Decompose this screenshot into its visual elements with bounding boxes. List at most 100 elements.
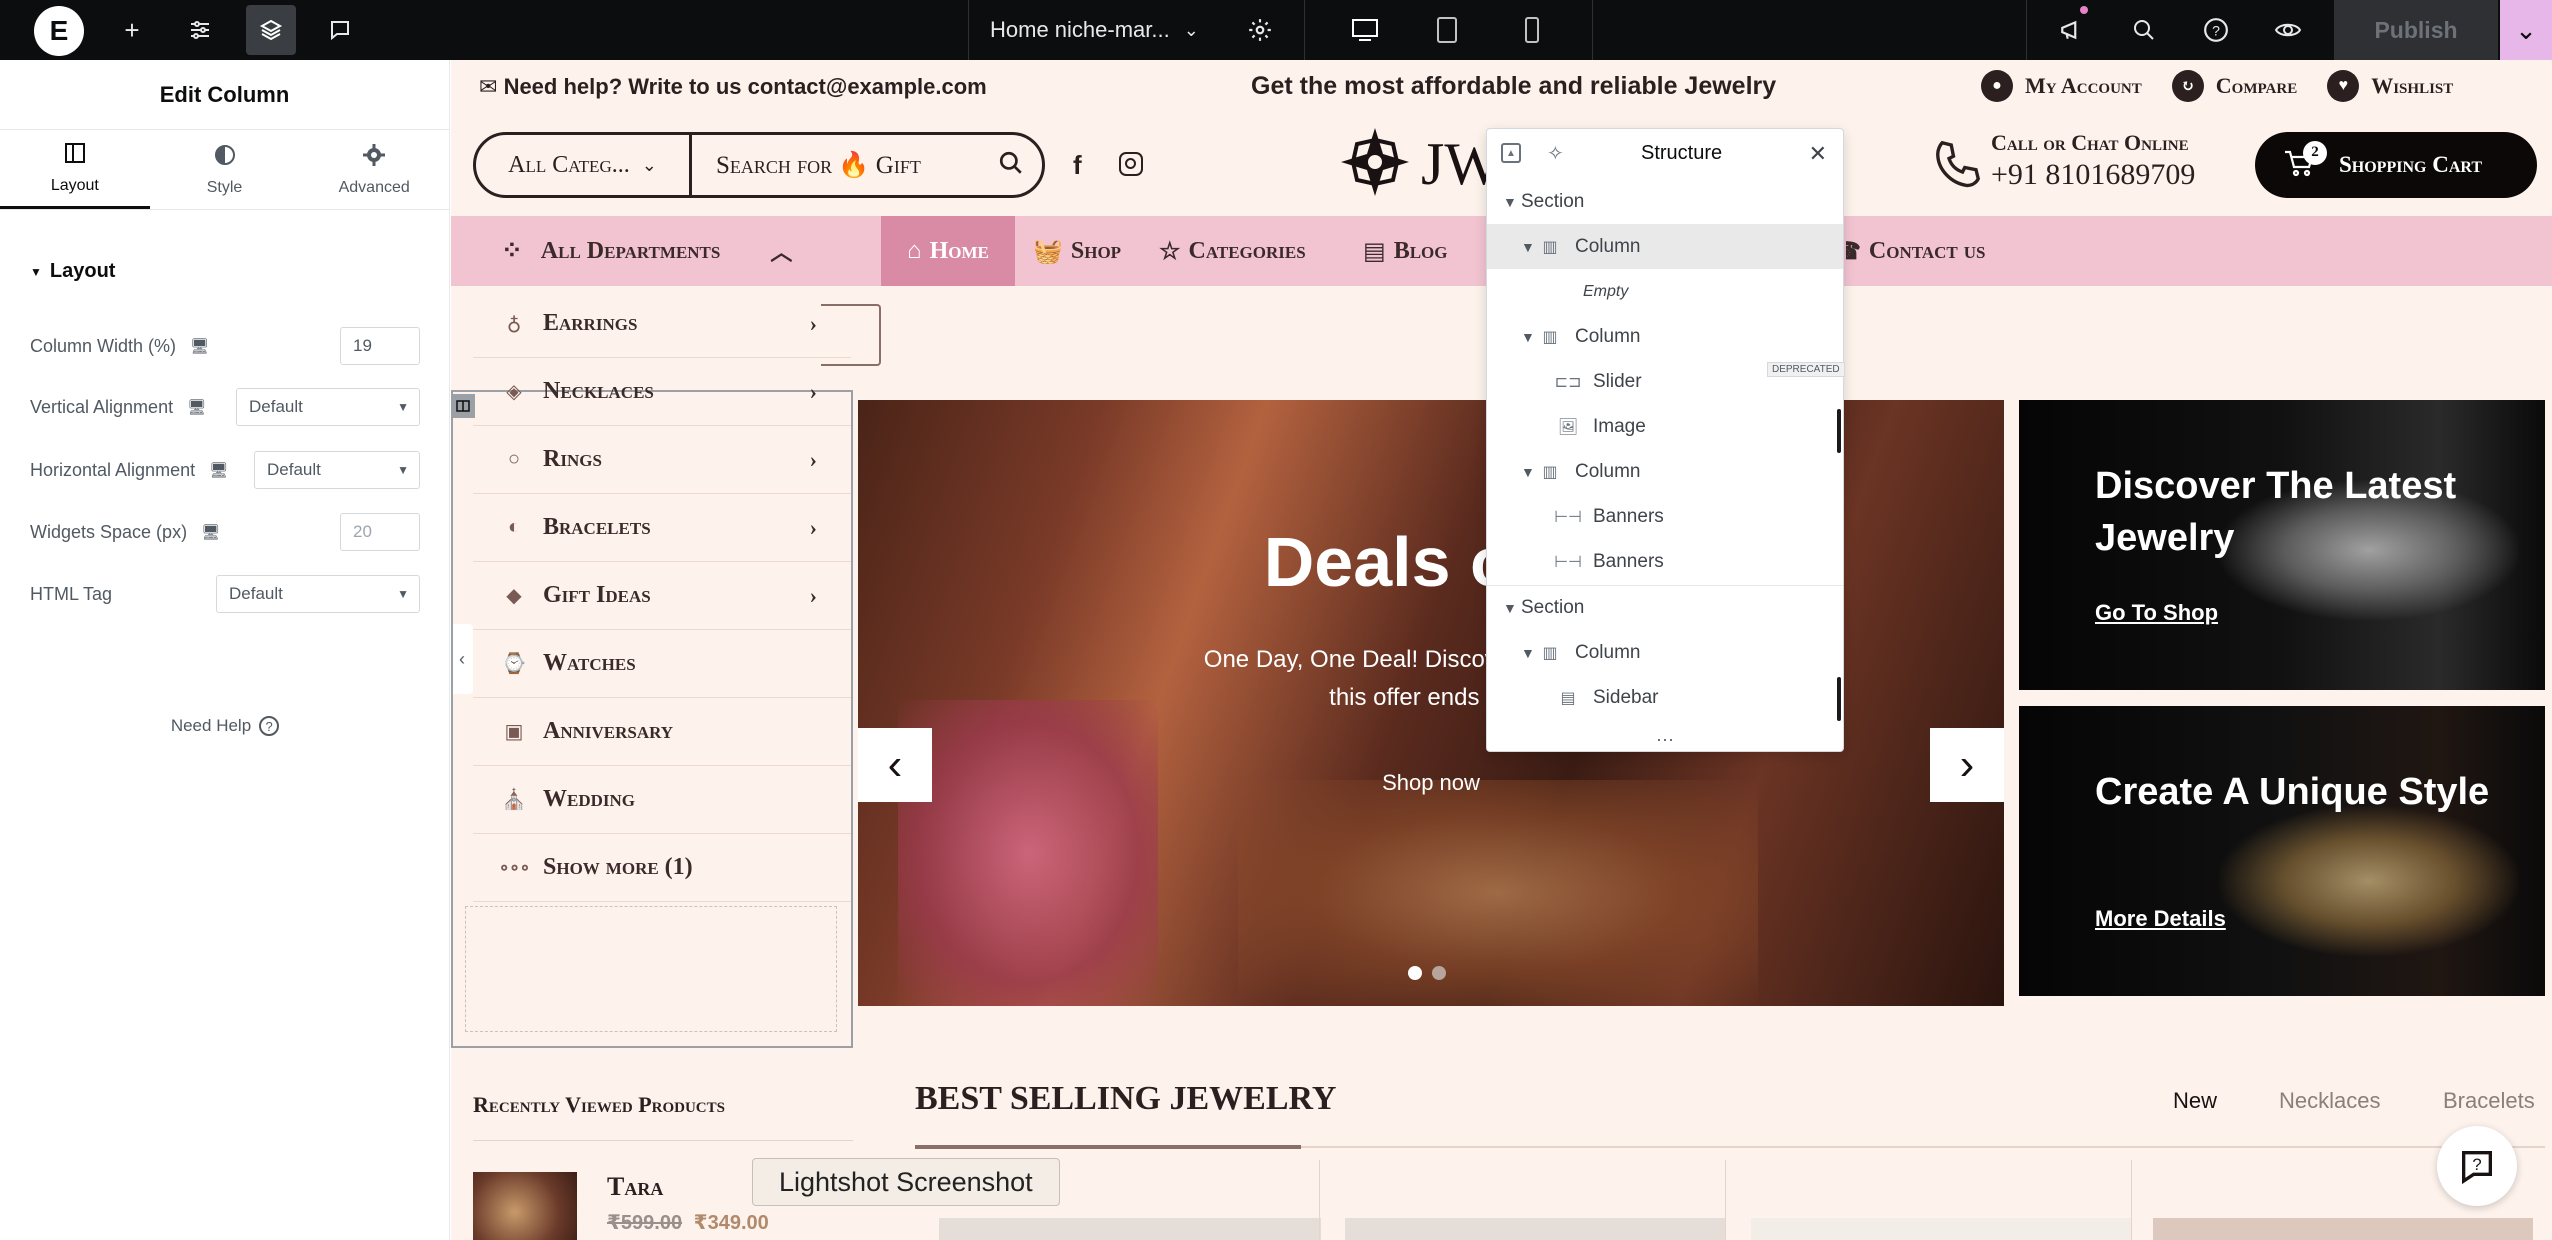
product-name[interactable]: Tara [607, 1172, 663, 1202]
preview-eye-icon[interactable] [2268, 0, 2308, 60]
empty-drop-area[interactable] [465, 906, 837, 1032]
nav-contact[interactable]: ☎ Contact us [1831, 216, 1986, 286]
widgets-space-input[interactable]: 20 [340, 513, 420, 551]
structure-item-image[interactable]: 🖼 Image [1487, 404, 1843, 449]
dept-anniversary[interactable]: ▣ Anniversary [473, 698, 851, 766]
instagram-icon[interactable] [1119, 152, 1143, 176]
column-handle-icon[interactable] [451, 394, 475, 418]
tablet-device-icon[interactable] [1427, 0, 1467, 60]
structure-item-banners[interactable]: ⊢⊣ Banners [1487, 539, 1843, 584]
help-icon[interactable]: ? [2196, 0, 2236, 60]
cart-icon: 2 [2283, 140, 2327, 182]
notifications-megaphone-icon[interactable] [2052, 0, 2092, 60]
product-card[interactable] [2153, 1218, 2533, 1240]
lightshot-tooltip: Lightshot Screenshot [752, 1158, 1060, 1206]
responsive-desktop-icon[interactable]: 🖥 [201, 523, 220, 541]
html-tag-select[interactable]: Default ▼ [216, 575, 420, 613]
current-price: ₹349.00 [693, 1212, 769, 1234]
elementor-logo-icon[interactable]: E [34, 6, 84, 56]
structure-item-slider[interactable]: ⊏⊐ Slider [1487, 359, 1843, 404]
dept-necklaces[interactable]: ◈ Necklaces › [473, 358, 851, 426]
star-icon: ☆ [1159, 238, 1181, 265]
resize-handle-dots-icon[interactable]: ··· [1487, 729, 1843, 750]
slider-next-arrow-icon[interactable]: › [1930, 728, 2004, 802]
page-settings-gear-icon[interactable] [1238, 0, 1282, 60]
floating-help-button[interactable]: ? [2437, 1126, 2517, 1206]
tab-style[interactable]: Style [150, 130, 300, 209]
structure-item-banners[interactable]: ⊢⊣ Banners [1487, 494, 1843, 539]
compare-link[interactable]: Compare [2216, 73, 2297, 99]
item-label: Column [1575, 235, 1641, 257]
filter-tab-new[interactable]: New [2173, 1088, 2217, 1114]
structure-item-column[interactable]: ▼ ▥ Column [1487, 630, 1843, 675]
pin-panel-icon[interactable]: ▲ [1501, 143, 1521, 163]
nav-shop[interactable]: 🧺 Shop [1033, 216, 1121, 286]
need-help-link[interactable]: Need Help ? [0, 716, 450, 736]
desktop-device-icon[interactable] [1345, 0, 1385, 60]
nav-home[interactable]: ⌂ Home [881, 216, 1015, 286]
responsive-desktop-icon[interactable]: 🖥 [190, 337, 209, 355]
responsive-desktop-icon[interactable]: 🖥 [187, 398, 206, 416]
search-icon[interactable] [998, 150, 1024, 181]
ai-sparkle-icon[interactable]: ✧ [1547, 141, 1564, 166]
structure-item-section[interactable]: ▼ Section [1487, 585, 1843, 630]
scrollbar-thumb[interactable] [1837, 677, 1841, 721]
publish-options-chevron-icon[interactable]: ⌄ [2500, 0, 2552, 60]
structure-layers-icon[interactable] [246, 5, 296, 55]
add-element-icon[interactable]: + [112, 0, 152, 60]
slider-prev-arrow-icon[interactable]: ‹ [858, 728, 932, 802]
banner-unique-style[interactable]: Create A Unique Style More Details [2019, 706, 2545, 996]
page-name-dropdown[interactable]: Home niche-mar... ⌄ [990, 0, 1210, 60]
filter-tab-bracelets[interactable]: Bracelets [2443, 1088, 2535, 1114]
mobile-device-icon[interactable] [1512, 0, 1552, 60]
responsive-desktop-icon[interactable]: 🖥 [209, 461, 228, 479]
nav-categories[interactable]: ☆ Categories [1159, 216, 1306, 286]
dept-earrings[interactable]: ♁ Earrings › [473, 290, 851, 358]
search-input[interactable]: Search for 🔥 Gift [692, 151, 998, 180]
structure-item-section[interactable]: ▼ Section [1487, 179, 1843, 224]
dept-gift-ideas[interactable]: ◆ Gift Ideas › [473, 562, 851, 630]
facebook-icon[interactable]: f [1073, 150, 1082, 181]
filter-tab-necklaces[interactable]: Necklaces [2279, 1088, 2380, 1114]
dept-wedding[interactable]: ⛪ Wedding [473, 766, 851, 834]
dept-watches[interactable]: ⌚ Watches [473, 630, 851, 698]
slider-dot-active[interactable] [1408, 966, 1422, 980]
tab-advanced[interactable]: Advanced [299, 130, 449, 209]
publish-button[interactable]: Publish [2334, 0, 2498, 60]
banner-link[interactable]: Go To Shop [2095, 600, 2218, 626]
close-icon[interactable]: ✕ [1809, 141, 1827, 167]
wishlist-link[interactable]: Wishlist [2371, 73, 2453, 99]
phone-number[interactable]: +91 8101689709 [1991, 158, 2195, 192]
scrollbar-thumb[interactable] [1837, 409, 1841, 453]
structure-item-sidebar[interactable]: ▤ Sidebar [1487, 675, 1843, 720]
horizontal-alignment-select[interactable]: Default ▼ [254, 451, 420, 489]
site-settings-sliders-icon[interactable] [180, 0, 220, 60]
banner-discover[interactable]: Discover The Latest Jewelry Go To Shop [2019, 400, 2545, 690]
nav-blog[interactable]: ▤ Blog [1363, 216, 1447, 286]
tab-layout[interactable]: Layout [0, 130, 150, 209]
product-card[interactable] [1345, 1218, 1725, 1240]
shopping-cart-button[interactable]: 2 Shopping Cart [2255, 132, 2537, 198]
product-card[interactable] [939, 1218, 1321, 1240]
column-width-input[interactable]: 19 [340, 327, 420, 365]
dept-bracelets[interactable]: ◐ Bracelets › [473, 494, 851, 562]
dept-show-more[interactable]: ∘∘∘ Show more (1) [473, 834, 851, 902]
vertical-alignment-select[interactable]: Default ▼ [236, 388, 420, 426]
all-departments-toggle[interactable]: ⁘ All Departments ︿ [501, 216, 792, 286]
banner-link[interactable]: More Details [2095, 906, 2226, 932]
layout-section-toggle[interactable]: ▼ Layout [30, 260, 115, 283]
category-select[interactable]: All Categ... ⌄ [476, 135, 692, 195]
item-label: Banners [1593, 550, 1664, 572]
site-logo-ornament-icon[interactable] [1335, 122, 1415, 202]
product-thumbnail[interactable] [473, 1172, 577, 1240]
comments-icon[interactable] [320, 0, 360, 60]
search-icon[interactable] [2124, 0, 2164, 60]
structure-item-column[interactable]: ▼ ▥ Column [1487, 449, 1843, 494]
structure-item-column[interactable]: ▼ ▥ Column [1487, 314, 1843, 359]
structure-item-column-selected[interactable]: ▼ ▥ Column [1487, 224, 1843, 269]
my-account-link[interactable]: My Account [2025, 73, 2142, 99]
dept-rings[interactable]: ○ Rings › [473, 426, 851, 494]
slider-dot[interactable] [1432, 966, 1446, 980]
product-card[interactable] [1751, 1218, 2131, 1240]
shop-now-button[interactable]: Shop now [858, 770, 2004, 796]
